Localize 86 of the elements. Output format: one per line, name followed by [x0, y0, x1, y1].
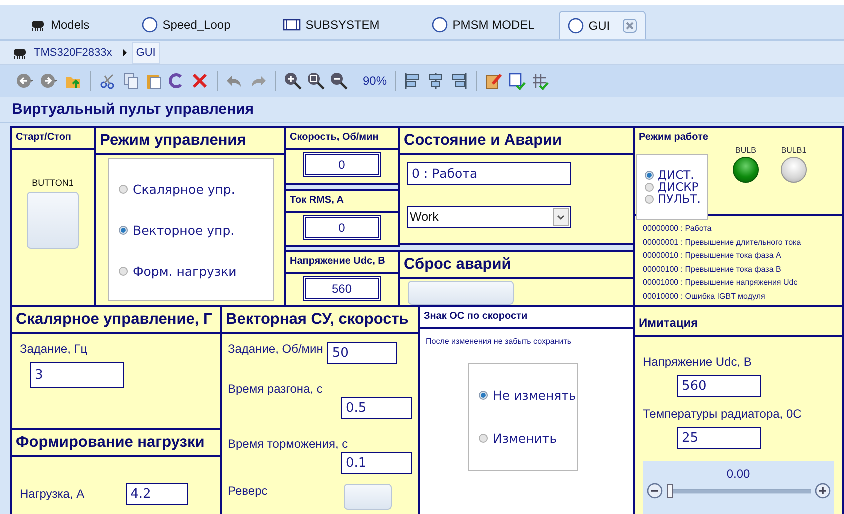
grid-icon[interactable] [531, 72, 550, 90]
input-field[interactable]: 0.5 [341, 397, 412, 419]
radio-label[interactable]: Форм. нагрузки [133, 264, 237, 279]
panel-title: Имитация [635, 311, 842, 337]
check-icon[interactable] [508, 72, 526, 90]
tab[interactable]: Speed_Loop [134, 11, 239, 39]
align-right-icon[interactable] [450, 72, 468, 90]
back-icon[interactable] [16, 72, 35, 90]
close-icon[interactable] [623, 18, 638, 32]
radio-label[interactable]: Скалярное упр. [133, 182, 236, 197]
radio-label[interactable]: ДИСТ. [658, 169, 694, 181]
radio-label[interactable]: Не изменять [493, 388, 576, 403]
radio-button[interactable] [119, 185, 128, 194]
button-label: BUTTON1 [32, 178, 74, 188]
slider-thumb[interactable] [666, 484, 672, 498]
field-label: Время торможения, с [228, 437, 348, 451]
delete-icon[interactable] [191, 72, 209, 90]
field-label: Температуры радиатора, 0С [643, 407, 803, 421]
caret-icon [122, 48, 128, 56]
paste-icon[interactable] [145, 72, 163, 90]
tab[interactable]: SUBSYSTEM [274, 11, 388, 39]
circle-icon [432, 17, 448, 33]
radio-button[interactable] [645, 170, 654, 180]
input-field[interactable]: 3 [30, 362, 124, 388]
zoom-in-icon[interactable] [284, 72, 302, 90]
chevron-icon [553, 208, 569, 226]
circle-icon [568, 18, 584, 34]
zoom-out-icon[interactable] [330, 72, 348, 90]
tab[interactable]: Models [22, 11, 98, 39]
radio-button[interactable] [119, 267, 128, 276]
input-field[interactable]: 25 [677, 427, 761, 449]
zoom-fit-icon[interactable] [307, 72, 325, 90]
cut-icon[interactable] [99, 72, 117, 90]
forward-icon[interactable] [40, 72, 59, 90]
radio-label[interactable]: Изменить [493, 431, 558, 446]
lamp-label: BULB1 [781, 146, 807, 155]
chip-icon [30, 19, 46, 31]
chip-icon [12, 46, 28, 58]
radio-button[interactable] [645, 194, 654, 204]
dropdown[interactable]: Work [407, 206, 571, 228]
slider-value: 0.00 [726, 467, 750, 481]
block-icon [282, 19, 301, 31]
field-label: Нагрузка, А [20, 487, 85, 501]
field-label: Время разгона, с [228, 382, 323, 396]
fault-code: 00000100 : Превышение тока фаза В [643, 264, 782, 276]
breadcrumb-item[interactable]: GUI [132, 42, 160, 64]
zoom-level: 90% [363, 74, 388, 88]
tab[interactable]: PMSM MODEL [424, 11, 543, 39]
fault-code: 00000010 : Превышение тока фаза А [643, 250, 782, 262]
radio-label[interactable]: Векторное упр. [133, 223, 235, 238]
radio-label[interactable]: ДИСКР [658, 181, 699, 193]
align-left-icon[interactable] [404, 72, 422, 90]
fault-code: 00000000 : Работа [643, 223, 713, 235]
input-field[interactable]: 50 [327, 342, 398, 364]
minus-icon[interactable] [646, 483, 662, 499]
plus-icon[interactable] [814, 483, 830, 499]
readout-field[interactable]: 560 [303, 276, 381, 301]
field-label: Задание, Гц [20, 342, 89, 356]
readout-field[interactable]: 0 [303, 215, 381, 240]
edit-icon[interactable] [485, 72, 504, 90]
radio-button[interactable] [645, 182, 654, 192]
breadcrumb-item[interactable]: TMS320F2833x [34, 46, 112, 58]
radio-button[interactable] [119, 226, 128, 235]
page-title: Виртуальный пульт управления [12, 101, 254, 118]
input-field[interactable]: 4.2 [126, 483, 188, 505]
lamp-label: BULB [736, 146, 756, 155]
radio-label[interactable]: ПУЛЬТ. [658, 193, 701, 205]
readout-field[interactable]: 0 [303, 152, 381, 177]
circle-icon [142, 17, 158, 33]
note-text: После изменения не забыть сохранить [425, 336, 573, 348]
status-field[interactable]: 0 : Работа [407, 162, 571, 185]
input-field[interactable]: 560 [677, 375, 761, 397]
fault-code: 00001000 : Превышение напряжения Udc [643, 277, 799, 289]
panel-title: Режим работе [638, 131, 710, 145]
fault-code: 00000001 : Превышение длительного тока [643, 236, 802, 249]
radio-button[interactable] [479, 391, 488, 400]
start-stop-button[interactable] [27, 192, 79, 249]
field-label: Задание, Об/мин [228, 342, 324, 356]
copy-icon[interactable] [122, 72, 140, 90]
fault-code: 00010000 : Ошибка IGBT модуля [643, 290, 766, 303]
field-label: Напряжение Udc, В [643, 355, 753, 369]
align-center-icon[interactable] [427, 72, 446, 90]
radio-button[interactable] [479, 434, 488, 443]
tab[interactable]: GUI [558, 11, 646, 39]
input-field[interactable]: 0.1 [341, 452, 412, 474]
field-label: Реверс [228, 484, 268, 498]
